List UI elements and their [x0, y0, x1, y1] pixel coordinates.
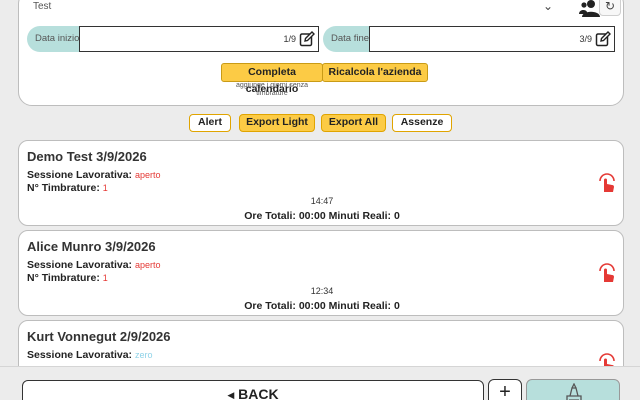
session-status-value: zero [134, 350, 153, 360]
add-button[interactable]: + [488, 379, 522, 400]
complete-calendar-hint: aggiunge i giorni senza timbrature [236, 82, 308, 97]
refresh-icon: ↻ [604, 0, 616, 13]
back-arrow-icon: ◀ [227, 390, 235, 400]
session-status-label: Sessione Lavorativa: [27, 169, 133, 181]
session-title: Demo Test 3/9/2026 [27, 149, 147, 164]
session-time: 14:47 [310, 196, 334, 206]
chevron-down-icon: ⌄ [542, 0, 553, 13]
session-totals: Ore Totali: 00:00 Minuti Reali: 0 [244, 210, 400, 222]
stamp-machine-button[interactable] [526, 379, 620, 400]
start-date-value: 1/9 [283, 34, 296, 44]
end-date-field: Data fine 3/9 [323, 26, 615, 52]
session-status-label: Sessione Lavorativa: [27, 349, 133, 361]
session-title: Kurt Vonnegut 2/9/2026 [27, 329, 171, 344]
edit-icon[interactable] [299, 31, 315, 47]
alert-button[interactable]: Alert [189, 114, 231, 132]
session-status-label: Sessione Lavorativa: [27, 259, 133, 271]
start-date-field: Data inizio 1/9 [27, 26, 319, 52]
back-button[interactable]: ◀ BACK [22, 380, 484, 400]
session-status-value: aperto [134, 170, 161, 180]
stamps-count-row: N° Timbrature: 1 [27, 182, 108, 194]
session-status-row: Sessione Lavorativa: aperto [27, 259, 161, 271]
end-date-input[interactable]: 3/9 [369, 26, 615, 52]
refresh-button[interactable]: ↻ [599, 0, 621, 16]
session-title: Alice Munro 3/9/2026 [27, 239, 156, 254]
stamps-count-value: 1 [102, 273, 108, 283]
back-button-label: BACK [238, 386, 279, 400]
session-status-row: Sessione Lavorativa: aperto [27, 169, 161, 181]
complete-calendar-button[interactable]: Completa calendario [221, 63, 323, 95]
export-all-button[interactable]: Export All [321, 114, 386, 132]
users-icon[interactable] [579, 0, 601, 17]
tap-hand-icon[interactable] [597, 262, 617, 282]
session-time: 12:34 [310, 286, 334, 296]
session-totals: Ore Totali: 00:00 Minuti Reali: 0 [244, 300, 400, 312]
session-status-value: aperto [134, 260, 161, 270]
session-card[interactable]: Alice Munro 3/9/2026 Sessione Lavorativa… [18, 230, 624, 316]
edit-icon[interactable] [595, 31, 611, 47]
session-card[interactable]: Demo Test 3/9/2026 Sessione Lavorativa: … [18, 140, 624, 226]
recalc-company-button[interactable]: Ricalcola l'azienda [322, 63, 428, 82]
stamps-count-value: 1 [102, 183, 108, 193]
stamp-machine-icon [566, 383, 582, 400]
company-select-value: Test [33, 1, 52, 12]
absences-button[interactable]: Assenze [392, 114, 452, 132]
filter-panel: Test ⌄ ↻ Data inizio 1/9 Data fine 3/9 C… [18, 0, 624, 106]
stamps-count-label: N° Timbrature: [27, 272, 100, 284]
stamps-count-row: N° Timbrature: 1 [27, 272, 108, 284]
export-light-button[interactable]: Export Light [239, 114, 315, 132]
tap-hand-icon[interactable] [597, 172, 617, 192]
stamps-count-label: N° Timbrature: [27, 182, 100, 194]
start-date-input[interactable]: 1/9 [79, 26, 319, 52]
footer-bar: ◀ BACK + [0, 366, 640, 400]
company-select[interactable]: Test ⌄ [33, 0, 553, 15]
session-status-row: Sessione Lavorativa: zero [27, 349, 152, 361]
end-date-value: 3/9 [579, 34, 592, 44]
